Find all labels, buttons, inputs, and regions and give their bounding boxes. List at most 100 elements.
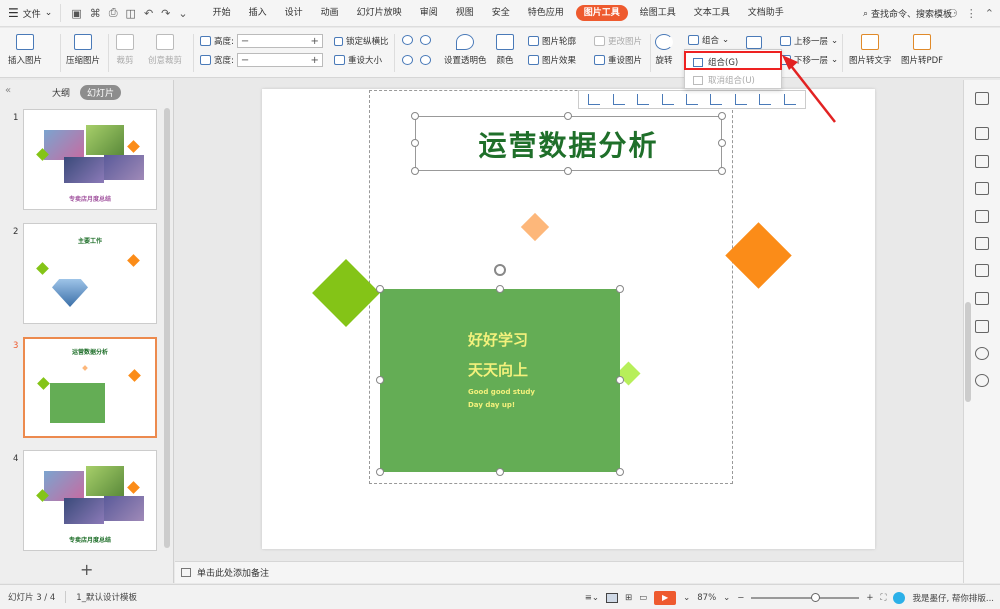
tab-view[interactable]: 视图: [447, 0, 483, 27]
tab-animation[interactable]: 动画: [312, 0, 348, 27]
picture-to-pdf-button[interactable]: 图片转PDF: [901, 34, 943, 66]
resize-handle[interactable]: [564, 167, 572, 175]
resize-handle[interactable]: [411, 167, 419, 175]
save-icon[interactable]: ▣: [71, 7, 81, 20]
notes-placeholder[interactable]: 单击此处添加备注: [197, 566, 269, 579]
menu-item-ungroup[interactable]: 取消组合(U): [685, 71, 781, 89]
zoom-in-icon[interactable]: +: [866, 593, 873, 603]
notes-bar[interactable]: 单击此处添加备注: [175, 561, 963, 583]
contrast-down-button[interactable]: [420, 55, 431, 65]
align-middle-icon[interactable]: [685, 94, 698, 105]
set-transparent-button[interactable]: 设置透明色: [444, 34, 487, 66]
command-search[interactable]: ⌕ 查找命令、搜索模板: [863, 0, 952, 27]
assistant-label[interactable]: 我是墨仔, 帮你排版...: [912, 592, 994, 604]
distribute-vertical-icon[interactable]: [759, 94, 772, 105]
width-spinner[interactable]: − +: [236, 53, 323, 67]
tab-special-apps[interactable]: 特色应用: [519, 0, 573, 27]
undo-icon[interactable]: ↶: [144, 7, 153, 20]
play-slideshow-button[interactable]: ▶: [654, 590, 677, 605]
tab-home[interactable]: 开始: [204, 0, 240, 27]
print-preview-icon[interactable]: ◫: [126, 7, 136, 20]
resize-handle[interactable]: [564, 112, 572, 120]
collaborate-icon[interactable]: ⚇: [948, 7, 958, 20]
picture-outline-button[interactable]: 图片轮廓: [528, 35, 576, 47]
archive-icon[interactable]: [975, 264, 989, 277]
resize-handle[interactable]: [616, 376, 624, 384]
zoom-slider-knob[interactable]: [810, 592, 820, 602]
print-icon[interactable]: ⎙: [109, 6, 118, 20]
template-name[interactable]: 1_默认设计模板: [76, 591, 137, 603]
normal-view-icon[interactable]: [605, 592, 618, 603]
selection-pane-button[interactable]: [746, 36, 762, 49]
tab-outline[interactable]: 大纲: [52, 86, 70, 99]
contrast-up-button[interactable]: [420, 35, 431, 45]
slide-thumbnail-active[interactable]: 运营数据分析: [23, 337, 157, 438]
align-bottom-icon[interactable]: [710, 94, 723, 105]
align-right-icon[interactable]: [637, 94, 650, 105]
creative-crop-button[interactable]: 创意裁剪: [148, 34, 182, 66]
slide-thumbnail[interactable]: 主要工作: [23, 223, 157, 324]
reading-view-icon[interactable]: ▭: [639, 593, 647, 603]
resize-handle[interactable]: [718, 167, 726, 175]
tab-text-tools[interactable]: 文本工具: [685, 0, 739, 27]
resize-handle[interactable]: [718, 139, 726, 147]
shape-style-icon[interactable]: [975, 127, 989, 140]
decrease-icon[interactable]: −: [241, 55, 249, 66]
tab-picture-tools[interactable]: 图片工具: [575, 5, 628, 21]
resize-handle[interactable]: [616, 468, 624, 476]
zoom-options-icon[interactable]: ⌄: [723, 593, 730, 603]
color-button[interactable]: 颜色: [496, 34, 514, 66]
orange-diamond[interactable]: [725, 222, 792, 289]
resize-handle[interactable]: [718, 112, 726, 120]
tab-insert[interactable]: 插入: [240, 0, 276, 27]
resize-handle[interactable]: [376, 468, 384, 476]
increase-icon[interactable]: +: [310, 36, 318, 47]
zoom-level[interactable]: 87%: [697, 593, 716, 603]
zoom-out-icon[interactable]: −: [737, 593, 744, 603]
transform-icon[interactable]: [975, 210, 989, 223]
lock-ratio-checkbox[interactable]: 锁定纵横比: [334, 35, 389, 47]
tab-design[interactable]: 设计: [276, 0, 312, 27]
resize-handle[interactable]: [496, 468, 504, 476]
settings-sliders-icon[interactable]: [975, 182, 989, 195]
tab-slideshow[interactable]: 幻灯片放映: [348, 0, 411, 27]
canvas-scrollbar[interactable]: [965, 302, 971, 402]
bring-forward-button[interactable]: 上移一层 ⌄: [780, 35, 838, 47]
tab-drawing-tools[interactable]: 绘图工具: [631, 0, 685, 27]
tab-doc-assistant[interactable]: 文档助手: [739, 0, 793, 27]
file-menu[interactable]: ☰ 文件 ⌄: [0, 0, 60, 27]
slide[interactable]: 运营数据分析 好好学习 天天向上 Good good study Day day…: [262, 89, 875, 549]
insert-picture-button[interactable]: 插入图片: [8, 34, 42, 66]
resize-handle[interactable]: [496, 285, 504, 293]
brightness-up-button[interactable]: [402, 35, 413, 45]
share-icon[interactable]: [975, 292, 989, 305]
redo-icon[interactable]: ↷: [161, 7, 170, 20]
picture-effect-button[interactable]: 图片效果: [528, 54, 576, 66]
resize-handle[interactable]: [376, 376, 384, 384]
star-icon[interactable]: [975, 237, 989, 250]
crop-button[interactable]: 裁剪: [116, 34, 134, 66]
panel-scrollbar[interactable]: [164, 108, 170, 548]
rotate-button[interactable]: 旋转: [655, 34, 673, 66]
zoom-slider[interactable]: [751, 592, 860, 602]
align-left-icon[interactable]: [588, 94, 601, 105]
reset-size-button[interactable]: 重设大小: [334, 54, 382, 66]
resize-handle[interactable]: [411, 139, 419, 147]
collapse-ribbon-icon[interactable]: ⌃: [985, 7, 994, 20]
rotate-handle-icon[interactable]: [494, 264, 506, 276]
increase-icon[interactable]: +: [310, 55, 318, 66]
slide-thumbnail[interactable]: 专卖店月度总结: [23, 450, 157, 551]
history-clock-icon[interactable]: [975, 347, 989, 360]
quick-access-more-icon[interactable]: ⌄: [178, 7, 187, 20]
resize-handle[interactable]: [376, 285, 384, 293]
image-icon[interactable]: [975, 320, 989, 333]
shape-icon[interactable]: [975, 155, 989, 168]
reset-picture-button[interactable]: 重设图片: [594, 54, 642, 66]
format-painter-icon[interactable]: ⌘: [90, 7, 101, 20]
change-picture-button[interactable]: 更改图片: [594, 35, 642, 47]
slide-sorter-icon[interactable]: ⊞: [625, 593, 632, 603]
collapse-panel-icon[interactable]: «: [5, 85, 11, 96]
combine-button[interactable]: 组合 ⌄: [688, 34, 729, 46]
resize-handle[interactable]: [411, 112, 419, 120]
height-spinner[interactable]: − +: [236, 34, 323, 48]
